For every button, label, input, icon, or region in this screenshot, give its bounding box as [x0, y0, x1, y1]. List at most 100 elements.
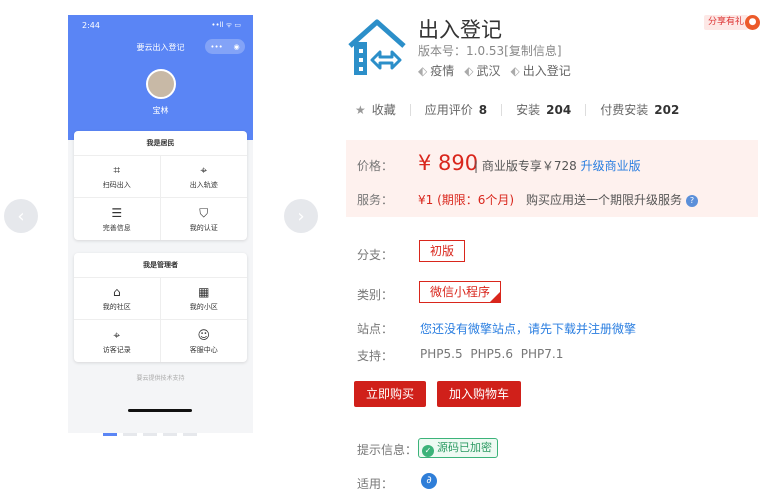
category-text: 微信小程序 [430, 285, 491, 299]
carousel-dot[interactable] [123, 433, 137, 436]
menu-label: 我的认证 [189, 223, 218, 232]
miniprogram-capsule: ••• ◉ [205, 39, 245, 54]
carousel-dot[interactable] [183, 433, 197, 436]
carousel-prev-button[interactable]: ‹ [4, 199, 38, 233]
collect-label: 收藏 [371, 103, 396, 117]
tag-icon: ⬖ [510, 64, 520, 78]
tag[interactable]: ⬖ 疫情 [418, 62, 454, 79]
menu-visitors: ⌖ 访客记录 [74, 320, 161, 362]
menu-community: ⌂ 我的社区 [74, 278, 161, 320]
app-logo-icon [348, 19, 406, 75]
install-stat: 安装 204 [516, 101, 571, 118]
tag-icon: ⬖ [418, 64, 428, 78]
site-label: 站点： [357, 322, 394, 336]
menu-label: 出入轨迹 [189, 181, 218, 189]
location-icon: ⌖ [200, 163, 208, 177]
more-icon: ••• [210, 42, 223, 51]
tag-label: 武汉 [476, 64, 501, 78]
category-label: 类别： [357, 288, 394, 302]
stat-value: 202 [654, 103, 680, 117]
divider [409, 103, 411, 116]
home-indicator [128, 409, 192, 412]
share-gift-button[interactable]: 分享有礼 [704, 15, 749, 30]
stat-value: 8 [478, 103, 488, 117]
carousel-next-button[interactable]: › [284, 199, 318, 233]
location-icon: ⌖ [113, 327, 121, 342]
stats-bar: ★ 收藏 应用评价 8 安装 204 付费安装 202 [355, 101, 679, 118]
add-to-cart-button[interactable]: 加入购物车 [437, 381, 521, 407]
service-icon: ☺ [197, 327, 210, 342]
version-info[interactable]: 版本号：1.0.53[复制信息] [418, 42, 562, 59]
scan-icon: ⌗ [113, 163, 121, 177]
tag-icon: ⬖ [464, 64, 474, 78]
stat-label: 安装 [516, 103, 541, 117]
manager-card: 我是管理者 ⌂ 我的社区 ▦ 我的小区 ⌖ 访客记录 ☺ 客服中心 [74, 253, 247, 362]
miniprogram-icon: ∂ [421, 473, 437, 489]
chevron-left-icon: ‹ [17, 205, 25, 227]
menu-info: ☰ 完善信息 [74, 198, 161, 240]
service-note-text: 购买应用送一个期限升级服务 [526, 193, 683, 207]
tag[interactable]: ⬖ 出入登记 [511, 62, 571, 79]
site-register-link[interactable]: 您还没有微擎站点，请先下载并注册微擎 [420, 320, 636, 337]
support-label: 支持： [357, 349, 394, 363]
paid-install-stat: 付费安装 202 [600, 101, 679, 118]
gift-icon[interactable]: ● [745, 15, 760, 30]
menu-label: 我的社区 [102, 303, 131, 311]
shield-icon: ⛉ [199, 205, 209, 220]
resident-card: 我是居民 ⌗ 扫码出入 ⌖ 出入轨迹 ☰ 完善信息 ⛉ 我的认证 [74, 131, 247, 240]
rating-stat[interactable]: 应用评价 8 [425, 101, 487, 118]
avatar [146, 69, 176, 99]
carousel-dot[interactable] [143, 433, 157, 436]
price-label: 价格： [357, 159, 394, 173]
menu-track: ⌖ 出入轨迹 [160, 156, 247, 198]
app-screenshot-preview: 2:44 ••ll ᯤ ▭ 要云出入登记 ••• ◉ 宝林 我是居民 ⌗ 扫码出入… [68, 15, 253, 433]
carousel-dots [103, 433, 197, 436]
manager-card-title: 我是管理者 [74, 253, 247, 278]
apply-label: 适用： [357, 477, 394, 491]
menu-auth: ⛉ 我的认证 [161, 198, 248, 240]
resident-card-title: 我是居民 [74, 131, 247, 156]
menu-estate: ▦ 我的小区 [160, 278, 247, 320]
building-icon: ▦ [198, 285, 210, 299]
stat-label: 应用评价 [424, 103, 473, 117]
service-label: 服务： [357, 193, 394, 207]
collect-button[interactable]: ★ 收藏 [355, 101, 396, 118]
house-icon: ⌂ [112, 285, 121, 299]
menu-label: 扫码出入 [102, 181, 131, 189]
badge-text: 源码已加密 [437, 441, 492, 454]
document-icon: ☰ [111, 205, 123, 220]
buy-now-button[interactable]: 立即购买 [354, 381, 426, 407]
check-icon: ✓ [493, 289, 501, 298]
phone-header: 2:44 ••ll ᯤ ▭ 要云出入登记 ••• ◉ 宝林 [68, 15, 253, 140]
help-icon[interactable]: ? [686, 194, 699, 207]
app-title: 出入登记 [418, 18, 502, 42]
chevron-right-icon: › [297, 205, 305, 227]
menu-scan: ⌗ 扫码出入 [74, 156, 161, 198]
menu-label: 我的小区 [189, 303, 218, 311]
commercial-price-text: | 商业版专享￥728 [474, 159, 581, 173]
divider [585, 103, 587, 116]
divider [501, 103, 503, 116]
menu-service: ☺ 客服中心 [161, 320, 248, 362]
tag[interactable]: ⬖ 武汉 [464, 62, 500, 79]
carousel-dot[interactable] [103, 433, 117, 436]
tag-list: ⬖ 疫情 ⬖ 武汉 ⬖ 出入登记 [418, 62, 571, 79]
hint-label: 提示信息： [357, 443, 418, 457]
close-circle-icon: ◉ [233, 42, 240, 51]
branch-option[interactable]: 初版 [419, 240, 466, 262]
stat-value: 204 [546, 103, 572, 117]
stat-label: 付费安装 [600, 103, 649, 117]
menu-label: 客服中心 [189, 345, 218, 354]
menu-label: 完善信息 [102, 223, 131, 232]
service-value: ¥1 (期限：6个月) [418, 193, 515, 207]
category-option-selected[interactable]: 微信小程序 ✓ [419, 281, 502, 303]
user-name: 宝林 [152, 106, 169, 115]
carousel-dot[interactable] [163, 433, 177, 436]
upgrade-commercial-link[interactable]: 升级商业版 [581, 159, 641, 173]
phone-status-icons: ••ll ᯤ ▭ [211, 21, 241, 29]
phone-time: 2:44 [82, 21, 100, 30]
star-icon: ★ [355, 103, 366, 117]
menu-label: 访客记录 [102, 345, 131, 354]
tag-label: 疫情 [430, 64, 455, 78]
support-versions: PHP5.5 PHP5.6 PHP7.1 [420, 347, 564, 361]
